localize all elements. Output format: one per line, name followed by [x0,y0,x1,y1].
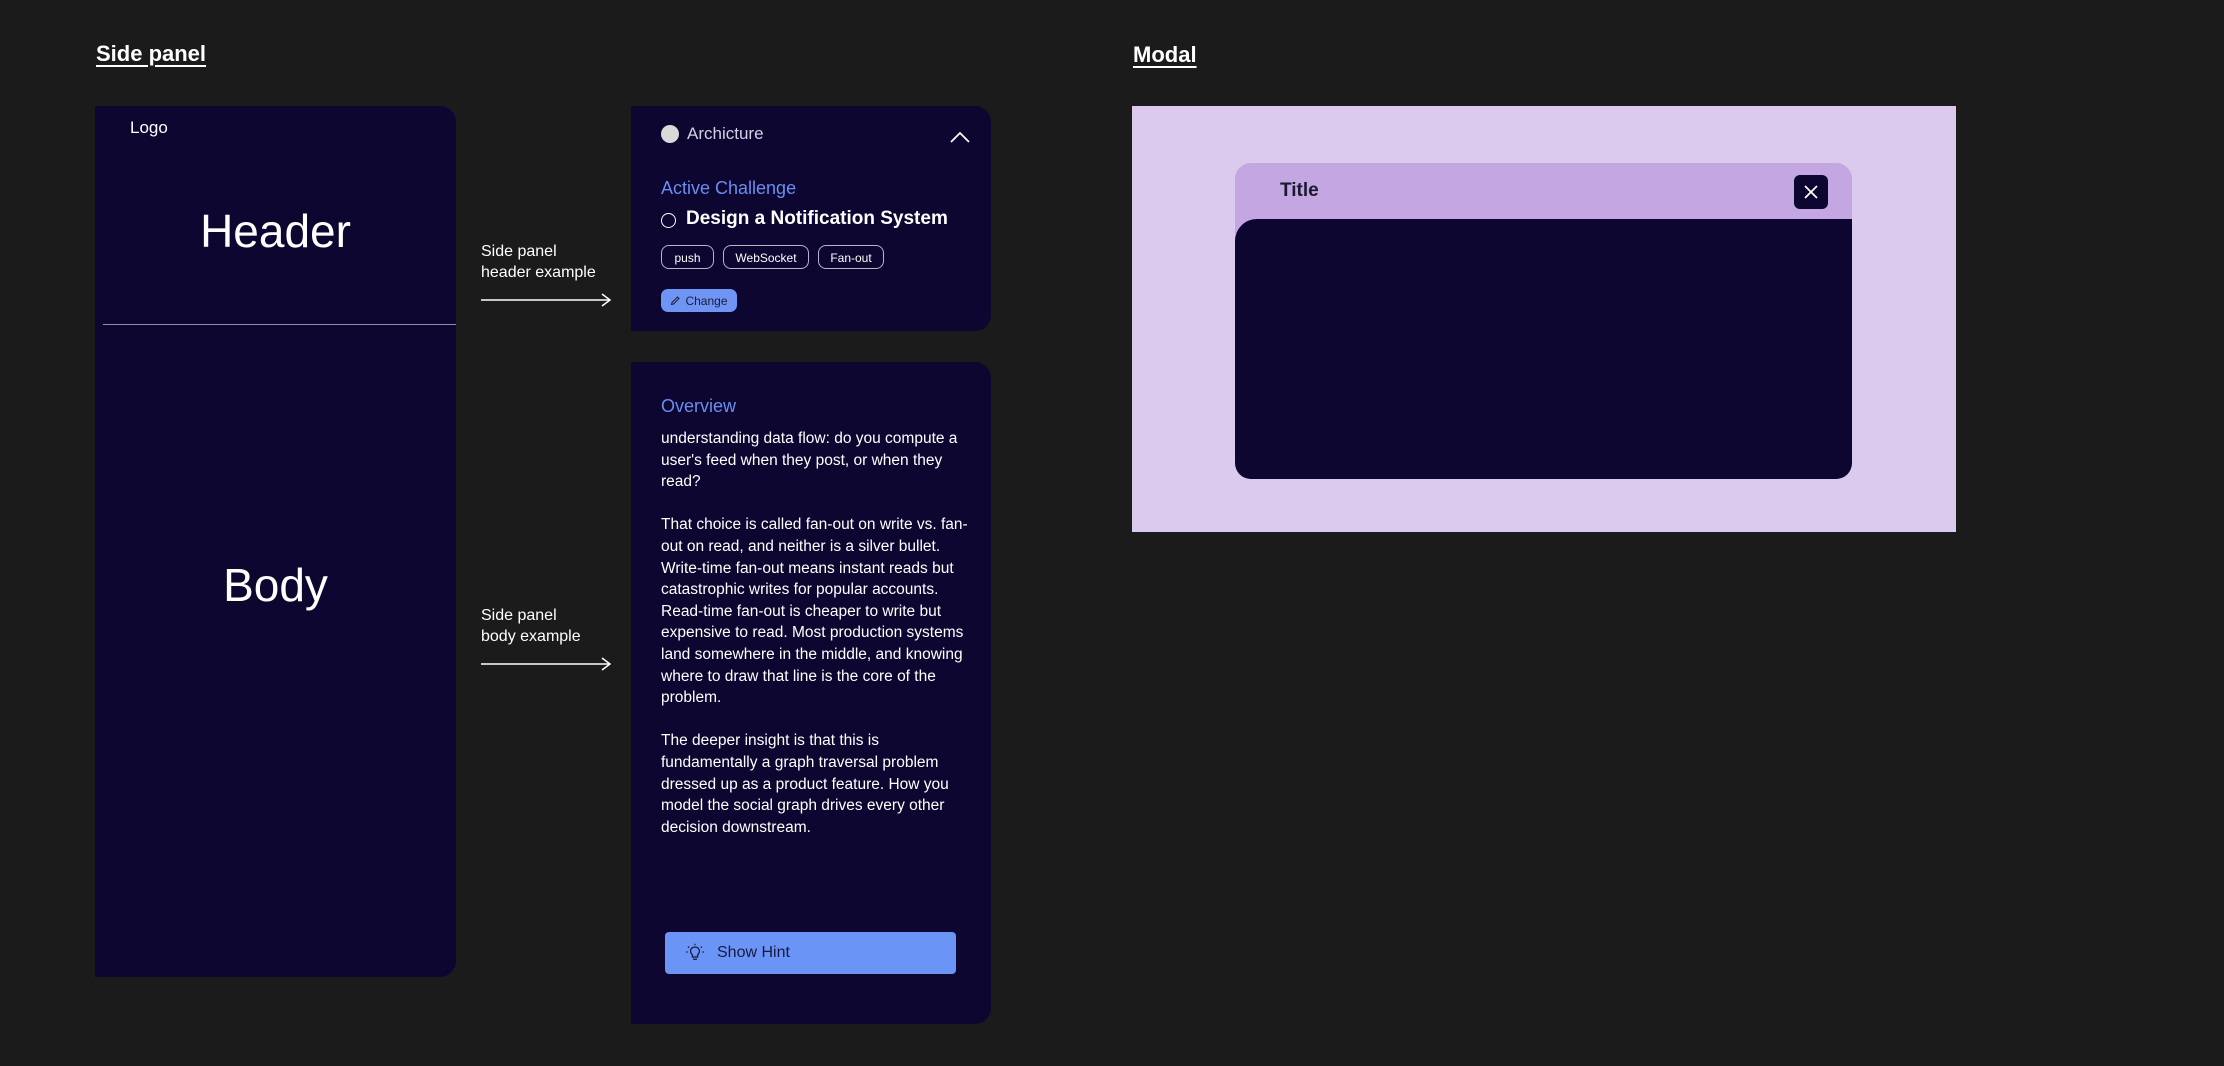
header-example-annotation: Side panel header example [481,241,596,283]
overview-paragraph: understanding data flow: do you compute … [661,430,958,491]
header-annotation-line1: Side panel [481,243,557,260]
modal-close-button[interactable] [1794,175,1828,209]
wireframe-divider [103,324,456,325]
category-dot-icon [661,125,679,143]
body-annotation-line1: Side panel [481,607,557,624]
show-hint-button[interactable]: Show Hint [665,932,956,974]
pencil-icon [671,296,681,306]
status-circle-icon[interactable] [661,213,676,228]
change-button-label: Change [685,293,728,308]
tag-websocket: WebSocket [723,245,809,269]
header-annotation-line2: header example [481,264,596,281]
overview-text: understanding data flow: do you compute … [661,428,971,860]
chevron-up-icon[interactable] [949,130,971,144]
wireframe-logo: Logo [130,118,168,137]
side-panel-section-title: Side panel [96,41,207,66]
arrow-right-icon [481,293,612,307]
show-hint-label: Show Hint [717,944,790,961]
modal-title: Title [1280,180,1319,201]
change-button[interactable]: Change [661,289,737,312]
body-annotation-line2: body example [481,628,581,645]
modal-content [1235,219,1852,479]
overview-paragraph: The deeper insight is that this is funda… [661,732,949,836]
wireframe-body-label: Body [223,559,328,611]
modal-section-title: Modal [1133,42,1197,67]
lightbulb-icon [686,943,704,960]
close-icon [1804,185,1818,199]
tag-fan-out: Fan-out [818,245,884,269]
overview-paragraph: That choice is called fan-out on write v… [661,516,968,707]
overview-heading: Overview [661,396,737,416]
challenge-title: Design a Notification System [686,208,948,229]
category-label: Archicture [687,124,764,143]
body-example-annotation: Side panel body example [481,605,581,647]
arrow-right-icon [481,657,612,671]
active-challenge-label: Active Challenge [661,178,797,198]
tag-push: push [661,245,714,269]
wireframe-header-label: Header [200,205,351,257]
